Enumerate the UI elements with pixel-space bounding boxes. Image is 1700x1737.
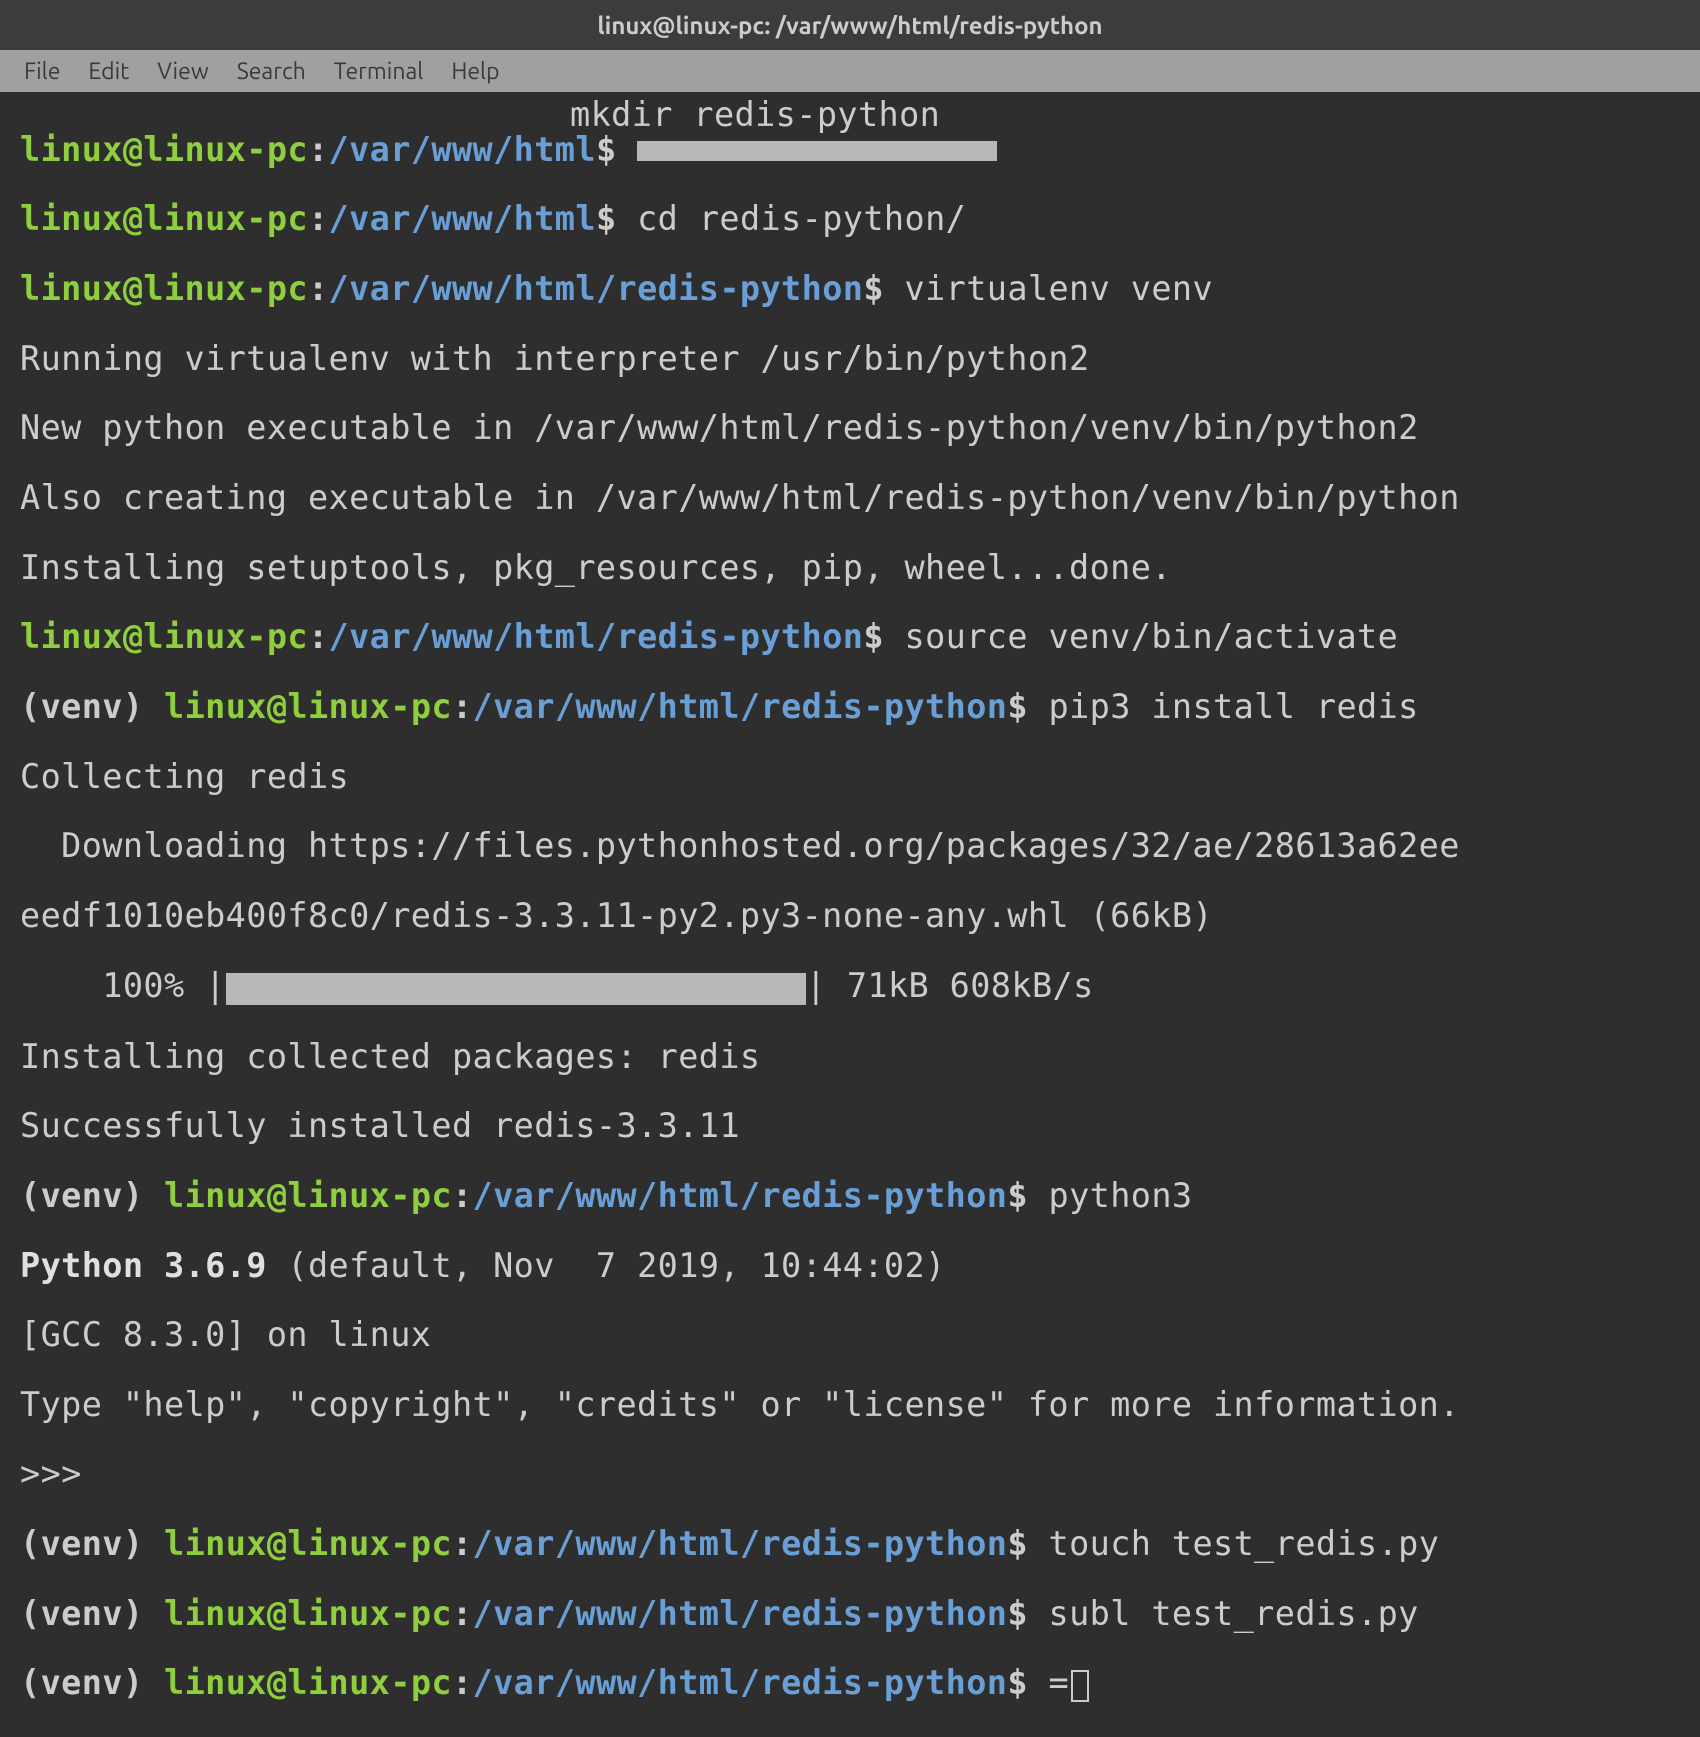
output-line: New python executable in /var/www/html/r… [20,411,1700,446]
command-text: subl test_redis.py [1049,1594,1419,1633]
selection-highlight [637,141,997,161]
prompt-path: /var/www/html/redis-python [473,687,1008,726]
prompt-path: /var/www/html [329,130,596,169]
prompt-path: /var/www/html/redis-python [473,1524,1008,1563]
output-line: Collecting redis [20,760,1700,795]
prompt-venv: (venv) [20,1594,143,1633]
output-line: Type "help", "copyright", "credits" or "… [20,1388,1700,1423]
progress-speed: | 71kB 608kB/s [806,966,1094,1005]
prompt-dollar: $ [863,617,884,656]
terminal-output-area[interactable]: linux@linux-pc:/var/www/html$ mkdir redi… [0,92,1700,1737]
menu-edit[interactable]: Edit [74,53,143,90]
prompt-user-host: linux@linux-pc [20,130,308,169]
output-line: [GCC 8.3.0] on linux [20,1318,1700,1353]
terminal-line: (venv) linux@linux-pc:/var/www/html/redi… [20,1597,1700,1632]
progress-bar [226,973,806,1005]
command-text: cd redis-python/ [637,199,966,238]
prompt-venv: (venv) [20,1176,143,1215]
prompt-user-host: linux@linux-pc [164,1663,452,1702]
prompt-dollar: $ [1007,1524,1028,1563]
output-line: Running virtualenv with interpreter /usr… [20,342,1700,377]
prompt-colon: : [308,199,329,238]
prompt-dollar: $ [1007,1663,1028,1702]
progress-percent: 100% | [20,966,226,1005]
menu-search[interactable]: Search [223,53,320,90]
prompt-venv: (venv) [20,1524,143,1563]
prompt-dollar: $ [1007,1594,1028,1633]
prompt-colon: : [452,1663,473,1702]
command-text: touch test_redis.py [1049,1524,1440,1563]
prompt-user-host: linux@linux-pc [20,617,308,656]
prompt-colon: : [308,269,329,308]
prompt-user-host: linux@linux-pc [164,1176,452,1215]
prompt-venv: (venv) [20,687,143,726]
progress-line: 100% | | 71kB 608kB/s [20,969,1700,1005]
prompt-colon: : [308,130,329,169]
command-text: mkdir redis-python [570,98,940,133]
terminal-line: linux@linux-pc:/var/www/html/redis-pytho… [20,272,1700,307]
menu-file[interactable]: File [10,53,74,90]
prompt-colon: : [308,617,329,656]
terminal-line: (venv) linux@linux-pc:/var/www/html/redi… [20,1527,1700,1562]
prompt-user-host: linux@linux-pc [164,1594,452,1633]
prompt-user-host: linux@linux-pc [20,199,308,238]
terminal-line: (venv) linux@linux-pc:/var/www/html/redi… [20,1666,1700,1702]
prompt-path: /var/www/html [329,199,596,238]
window-title: linux@linux-pc: /var/www/html/redis-pyth… [597,12,1102,39]
output-line: eedf1010eb400f8c0/redis-3.3.11-py2.py3-n… [20,899,1700,934]
output-line: Also creating executable in /var/www/htm… [20,481,1700,516]
terminal-line: linux@linux-pc:/var/www/html/redis-pytho… [20,620,1700,655]
terminal-line: (venv) linux@linux-pc:/var/www/html/redi… [20,690,1700,725]
prompt-colon: : [452,1594,473,1633]
command-text: virtualenv venv [905,269,1214,308]
prompt-user-host: linux@linux-pc [164,1524,452,1563]
prompt-venv: (venv) [20,1663,143,1702]
output-line: Installing collected packages: redis [20,1040,1700,1075]
command-text: source venv/bin/activate [905,617,1399,656]
prompt-colon: : [452,1176,473,1215]
output-line: Installing setuptools, pkg_resources, pi… [20,551,1700,586]
prompt-path: /var/www/html/redis-python [473,1176,1008,1215]
prompt-user-host: linux@linux-pc [164,687,452,726]
output-line: Python 3.6.9 (default, Nov 7 2019, 10:44… [20,1249,1700,1284]
command-text: pip3 install redis [1049,687,1419,726]
python-prompt: >>> [20,1457,1700,1492]
menu-help[interactable]: Help [437,53,513,90]
terminal-line: (venv) linux@linux-pc:/var/www/html/redi… [20,1179,1700,1214]
prompt-colon: : [452,1524,473,1563]
menubar: File Edit View Search Terminal Help [0,50,1700,92]
prompt-path: /var/www/html/redis-python [329,269,864,308]
prompt-colon: : [452,687,473,726]
prompt-dollar: $ [596,130,617,169]
command-text: python3 [1049,1176,1193,1215]
output-line: Successfully installed redis-3.3.11 [20,1109,1700,1144]
python-version: Python 3.6.9 [20,1246,287,1285]
window-titlebar: linux@linux-pc: /var/www/html/redis-pyth… [0,0,1700,50]
prompt-path: /var/www/html/redis-python [329,617,864,656]
prompt-dollar: $ [863,269,884,308]
prompt-path: /var/www/html/redis-python [473,1594,1008,1633]
prompt-path: /var/www/html/redis-python [473,1663,1008,1702]
output-line: Downloading https://files.pythonhosted.o… [20,829,1700,864]
prompt-dollar: $ [1007,687,1028,726]
terminal-line: linux@linux-pc:/var/www/html$ cd redis-p… [20,202,1700,237]
menu-terminal[interactable]: Terminal [320,53,438,90]
cursor-icon [1071,1670,1089,1702]
terminal-line: linux@linux-pc:/var/www/html$ mkdir redi… [20,133,1700,168]
prompt-dollar: $ [1007,1176,1028,1215]
prompt-dollar: $ [596,199,617,238]
python-builddate: (default, Nov 7 2019, 10:44:02) [287,1246,945,1285]
menu-view[interactable]: View [143,53,222,90]
prompt-user-host: linux@linux-pc [20,269,308,308]
command-text: = [1049,1663,1070,1702]
